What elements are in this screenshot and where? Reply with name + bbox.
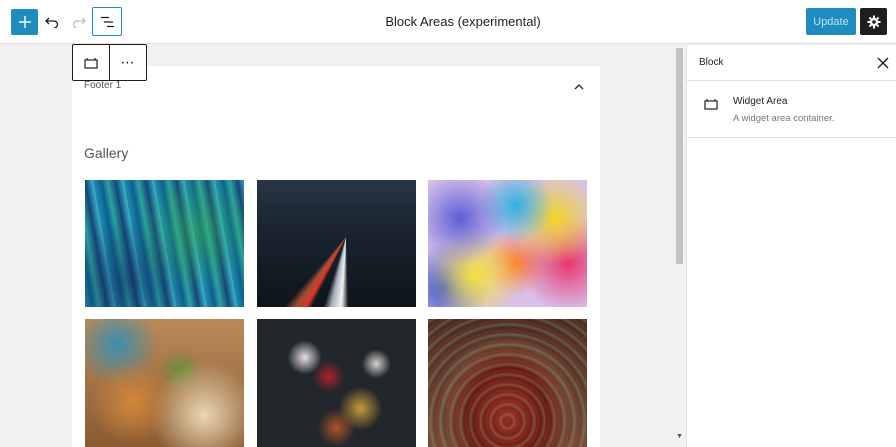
settings-sidebar: Block Widget Area A widget area containe… (686, 45, 896, 447)
widget-area-icon (704, 97, 718, 115)
more-options-button[interactable]: ⋯ (110, 45, 146, 80)
page-title: Block Areas (experimental) (385, 14, 541, 29)
close-sidebar-button[interactable] (875, 55, 891, 71)
chevron-up-icon[interactable] (573, 79, 585, 97)
settings-button[interactable] (860, 8, 887, 35)
gallery-image-red-beans-bowl[interactable] (428, 319, 587, 447)
gallery-heading: Gallery (84, 145, 129, 161)
gallery-image-light-trails-highway[interactable] (257, 180, 416, 307)
gear-icon (867, 15, 880, 28)
close-icon (877, 57, 889, 69)
tab-block[interactable]: Block (699, 57, 723, 68)
gallery-image-abstract-blue-painting[interactable] (85, 180, 244, 307)
editor-header: Block Areas (experimental) Update (0, 0, 896, 44)
light-trails (257, 180, 416, 307)
sidebar-header: Block (687, 45, 896, 81)
block-card: Widget Area A widget area container. (687, 82, 896, 138)
widget-area-label: Footer 1 (84, 80, 122, 91)
gallery-image-spices-in-spoons[interactable] (257, 319, 416, 447)
block-card-description: A widget area container. (733, 113, 835, 124)
scroll-down-arrow-icon[interactable]: ▼ (676, 433, 683, 440)
gallery-image-watercolor-ink-splash[interactable] (428, 180, 587, 307)
update-button[interactable]: Update (806, 8, 856, 35)
block-type-button[interactable] (73, 45, 110, 80)
scrollbar-thumb[interactable] (676, 48, 683, 264)
gallery-image-tacos-plate[interactable] (85, 319, 244, 447)
block-toolbar: ⋯ (72, 44, 147, 81)
widget-area-icon (84, 57, 98, 69)
block-card-title: Widget Area (733, 96, 788, 107)
